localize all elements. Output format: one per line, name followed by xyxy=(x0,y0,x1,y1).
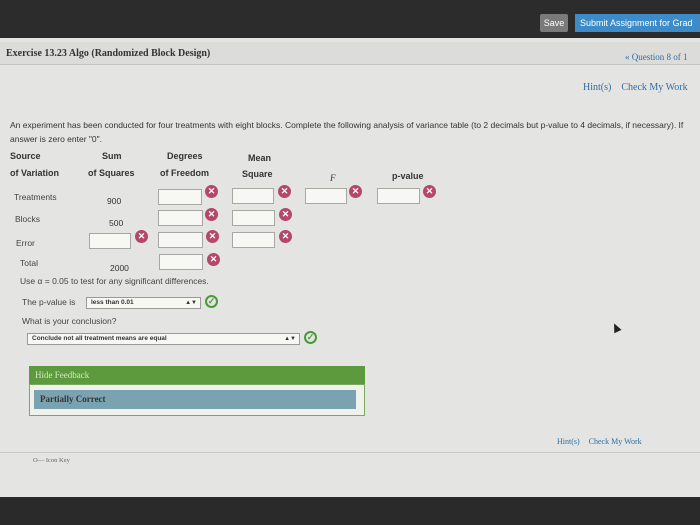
total-df-input[interactable] xyxy=(159,254,203,270)
submit-assignment-button[interactable]: Submit Assignment for Grad xyxy=(575,14,700,32)
conclusion-select[interactable]: Conclude not all treatment means are equ… xyxy=(27,333,300,345)
blocks-ms-input[interactable] xyxy=(232,210,275,226)
icon-key[interactable]: O— Icon Key xyxy=(33,457,70,464)
dropdown-arrow-icon: ▲▼ xyxy=(284,336,296,342)
total-sum-value: 2000 xyxy=(110,263,129,273)
bottom-hint-link[interactable]: Hint(s) xyxy=(557,437,580,446)
footer-bar xyxy=(0,497,700,525)
incorrect-icon: ✕ xyxy=(135,230,148,243)
save-button[interactable]: Save xyxy=(540,14,568,32)
p-value-select[interactable]: less than 0.01 ▲▼ xyxy=(86,297,201,309)
p-value-selected: less than 0.01 xyxy=(91,299,134,306)
incorrect-icon: ✕ xyxy=(207,253,220,266)
blocks-df-input[interactable] xyxy=(158,210,203,226)
conclusion-question: What is your conclusion? xyxy=(22,316,117,326)
treatments-f-input[interactable] xyxy=(305,188,347,204)
question-nav-link[interactable]: « Question 8 of 1 xyxy=(625,52,688,62)
incorrect-icon: ✕ xyxy=(205,185,218,198)
header-of-freedom: of Freedom xyxy=(160,168,210,178)
treatments-sum-value: 900 xyxy=(107,196,122,206)
error-ms-input[interactable] xyxy=(232,232,275,248)
header-sum: Sum xyxy=(102,151,122,161)
blocks-sum-value: 500 xyxy=(109,218,124,228)
bottom-hint-links: Hint(s) Check My Work xyxy=(557,437,651,446)
row-label-total: Total xyxy=(20,258,38,268)
dropdown-arrow-icon: ▲▼ xyxy=(185,300,197,306)
header-of-squares: of Squares xyxy=(88,168,135,178)
exercise-title: Exercise 13.23 Algo (Randomized Block De… xyxy=(6,48,211,59)
p-value-label: The p-value is xyxy=(22,297,76,307)
incorrect-icon: ✕ xyxy=(205,208,218,221)
error-sum-input[interactable] xyxy=(89,233,131,249)
incorrect-icon: ✕ xyxy=(279,230,292,243)
header-f: F xyxy=(330,173,336,183)
problem-text: An experiment has been conducted for fou… xyxy=(10,120,684,144)
treatments-df-input[interactable] xyxy=(158,189,202,205)
header-p-value: p-value xyxy=(392,171,424,181)
mouse-cursor-icon xyxy=(610,321,622,334)
incorrect-icon: ✕ xyxy=(423,185,436,198)
conclusion-selected: Conclude not all treatment means are equ… xyxy=(32,335,167,342)
header-degrees: Degrees xyxy=(167,151,203,161)
header-of-variation: of Variation xyxy=(10,168,60,178)
divider xyxy=(0,452,700,453)
error-df-input[interactable] xyxy=(158,232,203,248)
header-source: Source xyxy=(10,151,41,161)
correct-check-icon: ✓ xyxy=(304,331,317,344)
incorrect-icon: ✕ xyxy=(206,230,219,243)
incorrect-icon: ✕ xyxy=(278,185,291,198)
correct-check-icon: ✓ xyxy=(205,295,218,308)
header-square: Square xyxy=(242,169,273,179)
alpha-instruction: Use α = 0.05 to test for any significant… xyxy=(20,276,209,286)
incorrect-icon: ✕ xyxy=(279,208,292,221)
feedback-message: Partially Correct xyxy=(34,390,356,409)
check-my-work-link[interactable]: Check My Work xyxy=(621,82,687,93)
incorrect-icon: ✕ xyxy=(349,185,362,198)
treatments-p-value-input[interactable] xyxy=(377,188,420,204)
treatments-ms-input[interactable] xyxy=(232,188,274,204)
hint-links: Hint(s) Check My Work xyxy=(583,82,698,93)
header-mean: Mean xyxy=(248,153,272,163)
row-label-treatments: Treatments xyxy=(14,192,57,202)
bottom-check-my-work-link[interactable]: Check My Work xyxy=(589,437,642,446)
hide-feedback-toggle[interactable]: Hide Feedback xyxy=(35,370,89,380)
row-label-blocks: Blocks xyxy=(15,214,41,224)
row-label-error: Error xyxy=(16,238,35,248)
hint-link[interactable]: Hint(s) xyxy=(583,82,611,93)
